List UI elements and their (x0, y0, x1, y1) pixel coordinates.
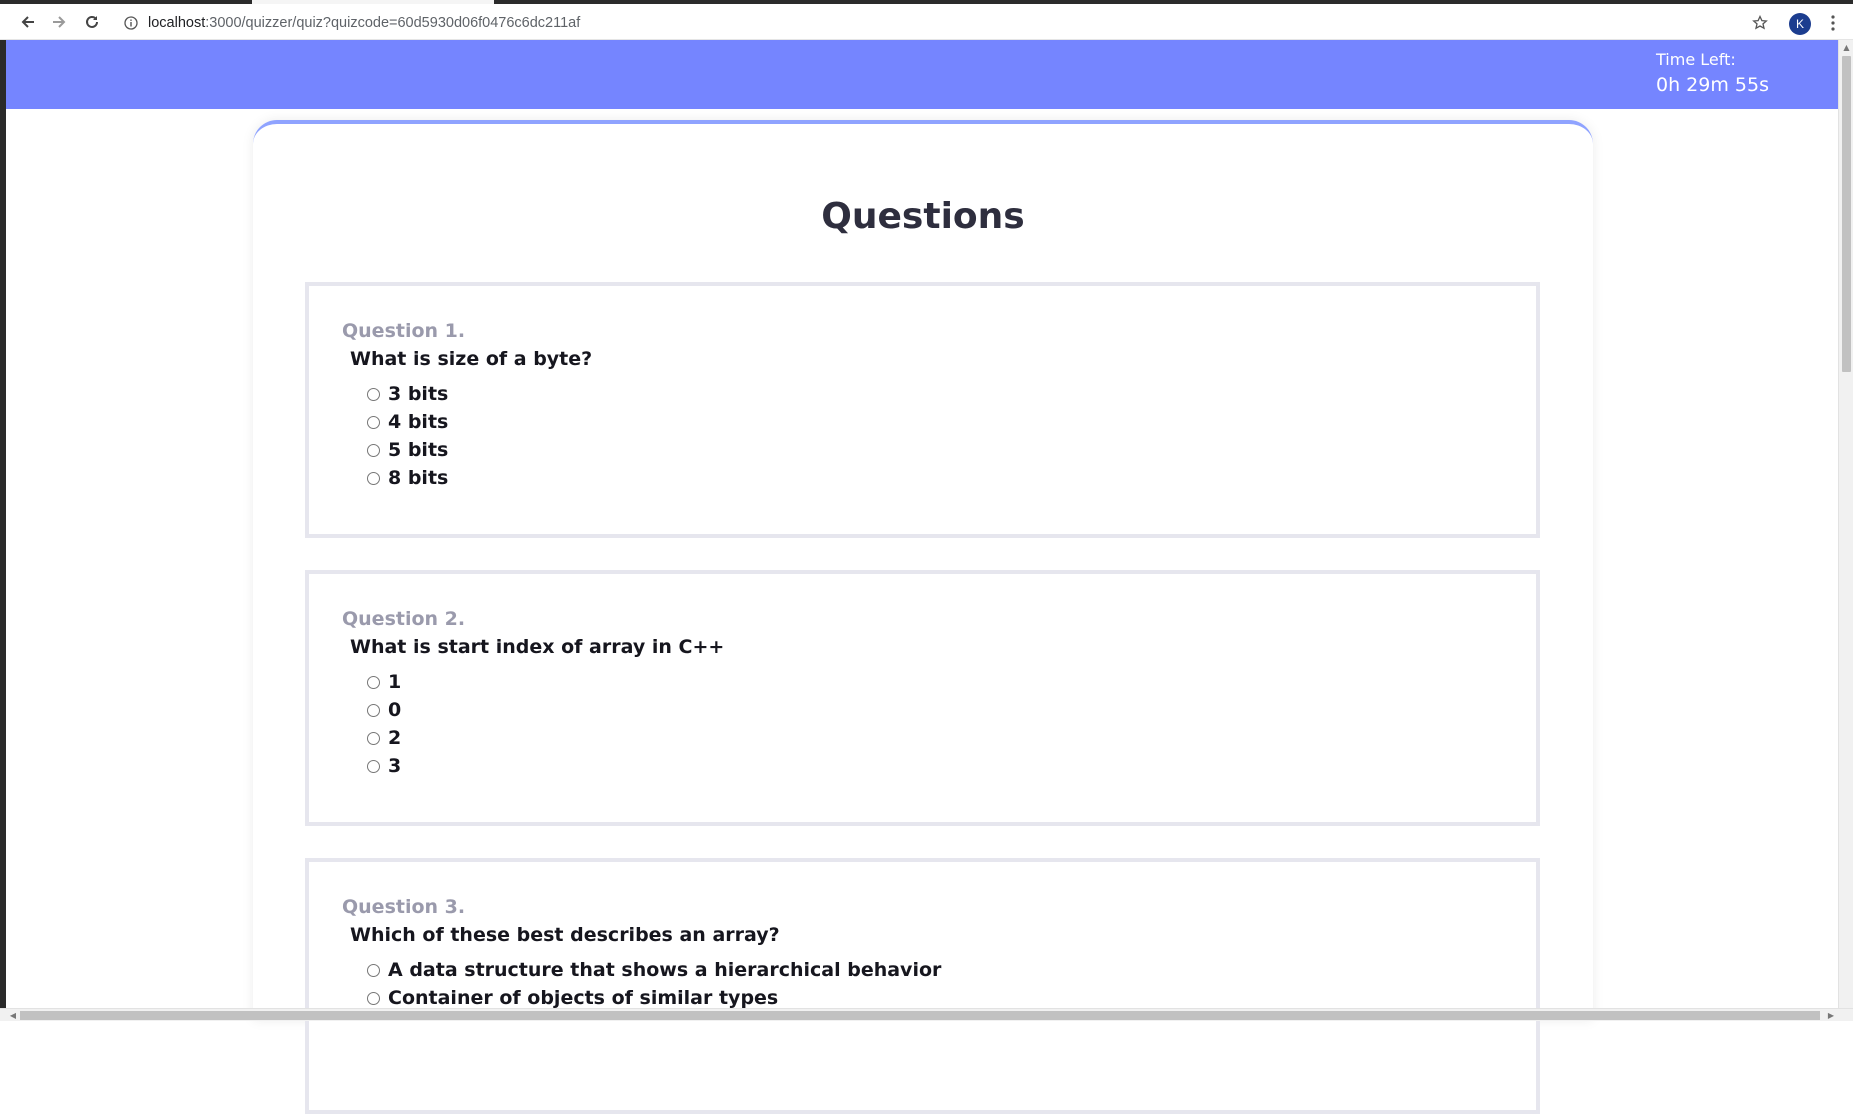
option-item[interactable]: 4 bits (367, 410, 448, 434)
question-text: What is size of a byte? (350, 348, 593, 370)
radio-button[interactable] (367, 759, 380, 773)
question-box-2: Question 2. What is start index of array… (305, 570, 1540, 826)
radio-button[interactable] (367, 703, 380, 717)
back-arrow-icon[interactable] (16, 10, 40, 34)
scrollbar-thumb[interactable] (1842, 56, 1851, 372)
option-label: 3 (388, 755, 402, 777)
timer-label: Time Left: (1656, 50, 1736, 69)
option-item[interactable]: 5 bits (367, 438, 448, 462)
avatar[interactable]: K (1789, 13, 1811, 35)
browser-toolbar: localhost:3000/quizzer/quiz?quizcode=60d… (0, 4, 1853, 40)
scroll-up-icon[interactable]: ▲ (1839, 40, 1853, 54)
kebab-menu-icon[interactable] (1823, 12, 1843, 34)
option-label: 5 bits (388, 439, 449, 461)
option-item[interactable]: Container of objects of similar types (367, 986, 778, 1010)
scroll-right-icon[interactable]: ▶ (1824, 1009, 1838, 1022)
info-icon[interactable] (124, 16, 138, 30)
option-label: 3 bits (388, 383, 449, 405)
option-label: 2 (388, 727, 402, 749)
option-item[interactable]: 3 (367, 754, 401, 778)
url-path: :3000/quizzer/quiz?quizcode=60d5930d06f0… (205, 15, 581, 31)
question-text: What is start index of array in C++ (350, 636, 725, 658)
scroll-left-icon[interactable]: ◀ (6, 1009, 20, 1022)
radio-button[interactable] (367, 963, 380, 977)
option-item[interactable]: 1 (367, 670, 401, 694)
option-item[interactable]: 0 (367, 698, 401, 722)
radio-button[interactable] (367, 991, 380, 1005)
app-header: Time Left: 0h 29m 55s (6, 40, 1838, 109)
question-number: Question 3. (342, 896, 466, 918)
horizontal-scrollbar[interactable]: ◀ ▶ (0, 1008, 1853, 1021)
window-edge (0, 40, 6, 1010)
option-item[interactable]: A data structure that shows a hierarchic… (367, 958, 941, 982)
option-label: A data structure that shows a hierarchic… (388, 959, 942, 981)
vertical-scrollbar[interactable]: ▲ (1838, 40, 1853, 1010)
timer-value: 0h 29m 55s (1656, 74, 1769, 96)
question-box-3: Question 3. Which of these best describe… (305, 858, 1540, 1114)
address-bar[interactable]: localhost:3000/quizzer/quiz?quizcode=60d… (148, 14, 580, 32)
option-label: 0 (388, 699, 402, 721)
option-label: 8 bits (388, 467, 449, 489)
option-label: 1 (388, 671, 402, 693)
url-host: localhost (148, 15, 206, 31)
star-icon[interactable] (1749, 12, 1771, 34)
forward-arrow-icon[interactable] (47, 10, 71, 34)
radio-button[interactable] (367, 731, 380, 745)
page-title: Questions (821, 196, 1025, 237)
option-item[interactable]: 8 bits (367, 466, 448, 490)
radio-button[interactable] (367, 387, 380, 401)
question-box-1: Question 1. What is size of a byte? 3 bi… (305, 282, 1540, 538)
option-item[interactable]: 2 (367, 726, 401, 750)
question-number: Question 1. (342, 320, 466, 342)
reload-icon[interactable] (80, 10, 104, 34)
radio-button[interactable] (367, 471, 380, 485)
scrollbar-thumb[interactable] (20, 1011, 1820, 1020)
option-item[interactable]: 3 bits (367, 382, 448, 406)
question-text: Which of these best describes an array? (350, 924, 780, 946)
option-label: 4 bits (388, 411, 449, 433)
question-number: Question 2. (342, 608, 466, 630)
radio-button[interactable] (367, 443, 380, 457)
option-label: Container of objects of similar types (388, 987, 779, 1009)
radio-button[interactable] (367, 415, 380, 429)
questions-card: Questions Question 1. What is size of a … (253, 120, 1593, 1114)
radio-button[interactable] (367, 675, 380, 689)
